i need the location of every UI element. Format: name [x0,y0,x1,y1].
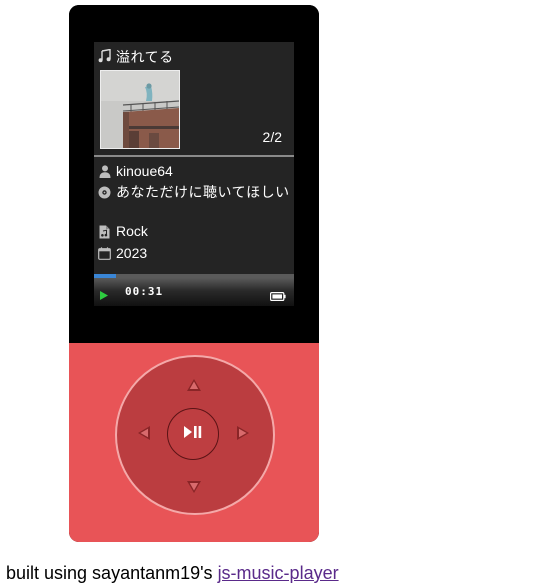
artist-name: kinoue64 [116,163,173,179]
footer-text: built using sayantanm19's [6,563,218,583]
triangle-left-icon [138,425,150,445]
play-pause-icon [184,425,202,443]
wheel-down-button[interactable] [184,479,204,499]
triangle-down-icon [187,480,201,498]
triangle-right-icon [237,425,249,445]
artist-row: kinoue64 [98,163,173,179]
wheel-right-button[interactable] [233,425,253,445]
track-title-row: 溢れてる [98,48,174,66]
audio-file-icon [98,223,111,239]
screen-divider [94,155,294,157]
player-screen: 溢れてる 2/2 kinoue64 あなただけに聴いてほしい Rock 2023… [94,42,294,306]
elapsed-time: 00:31 [125,285,164,298]
music-note-icon [98,48,112,66]
js-music-player-link[interactable]: js-music-player [218,563,339,583]
calendar-icon [98,245,111,260]
wheel-left-button[interactable] [134,425,154,445]
play-pause-button[interactable] [167,408,219,460]
music-player-device: 溢れてる 2/2 kinoue64 あなただけに聴いてほしい Rock 2023… [69,5,319,542]
year: 2023 [116,245,148,261]
battery-icon [270,288,286,304]
person-icon [98,163,111,178]
album-row: あなただけに聴いてほしい [98,184,300,201]
genre: Rock [116,223,148,239]
wheel-up-button[interactable] [184,377,204,397]
album-name: あなただけに聴いてほしい [116,184,290,200]
track-title: 溢れてる [116,49,174,65]
album-art [100,70,180,149]
triangle-up-icon [187,378,201,396]
track-counter: 2/2 [262,129,282,145]
status-bar: 00:31 [94,278,294,306]
year-row: 2023 [98,245,147,261]
disc-icon [98,184,111,199]
footer-credit: built using sayantanm19's js-music-playe… [6,563,339,584]
play-icon [100,287,108,303]
genre-row: Rock [98,223,148,239]
